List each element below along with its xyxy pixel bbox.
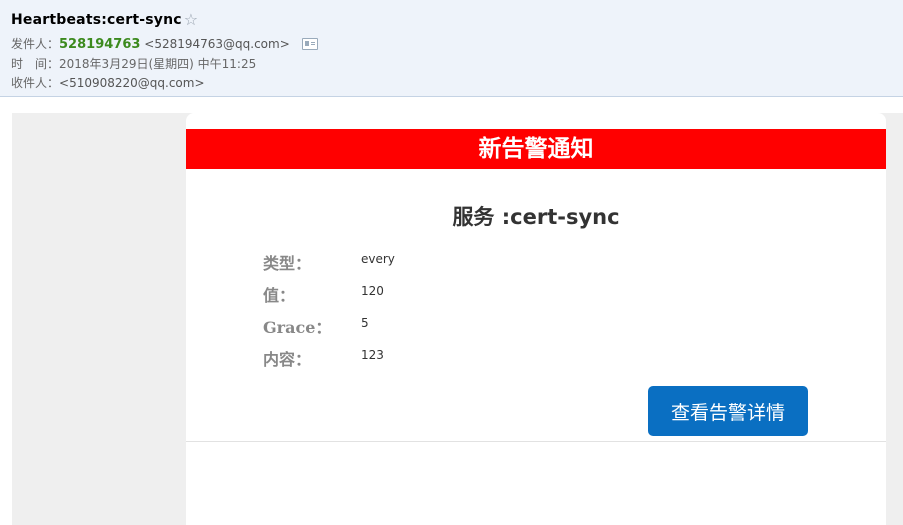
sender-name[interactable]: 528194763 xyxy=(59,37,140,52)
time-label: 时 间： xyxy=(11,57,60,71)
mail-body: 新告警通知 服务 :cert-sync 类型： every 值： 120 Gra… xyxy=(12,113,903,525)
recipient-address[interactable]: <510908220@qq.com> xyxy=(59,76,205,90)
to-label: 收件人： xyxy=(11,76,60,90)
type-value: every xyxy=(361,252,395,266)
mail-subject: Heartbeats:cert-sync xyxy=(11,12,182,28)
sender-address[interactable]: <528194763@qq.com> xyxy=(144,37,290,51)
alert-email-card: 新告警通知 服务 :cert-sync 类型： every 值： 120 Gra… xyxy=(186,113,886,525)
from-label: 发件人： xyxy=(11,37,60,51)
value-label: 值： xyxy=(263,286,296,305)
grace-value: 5 xyxy=(361,316,369,330)
divider xyxy=(186,441,886,442)
grace-label: Grace： xyxy=(263,318,332,337)
star-icon[interactable]: ☆ xyxy=(184,12,198,28)
time-value: 2018年3月29日(星期四) 中午11:25 xyxy=(59,57,257,71)
type-label: 类型： xyxy=(263,254,312,273)
value-value: 120 xyxy=(361,284,384,298)
view-alert-details-button[interactable]: 查看告警详情 xyxy=(648,386,808,436)
time-row: 时 间：2018年3月29日(星期四) 中午11:25 xyxy=(11,56,256,72)
from-row: 发件人：528194763 <528194763@qq.com> xyxy=(11,36,318,53)
content-value: 123 xyxy=(361,348,384,362)
service-title: 服务 :cert-sync xyxy=(452,205,620,229)
subject-row: Heartbeats:cert-sync ☆ xyxy=(11,10,198,30)
mail-header: Heartbeats:cert-sync ☆ 发件人：528194763 <52… xyxy=(0,0,903,97)
alert-banner: 新告警通知 xyxy=(186,129,886,169)
content-label: 内容： xyxy=(263,350,312,369)
to-row: 收件人：<510908220@qq.com> xyxy=(11,75,205,91)
contact-card-icon[interactable] xyxy=(301,37,318,50)
